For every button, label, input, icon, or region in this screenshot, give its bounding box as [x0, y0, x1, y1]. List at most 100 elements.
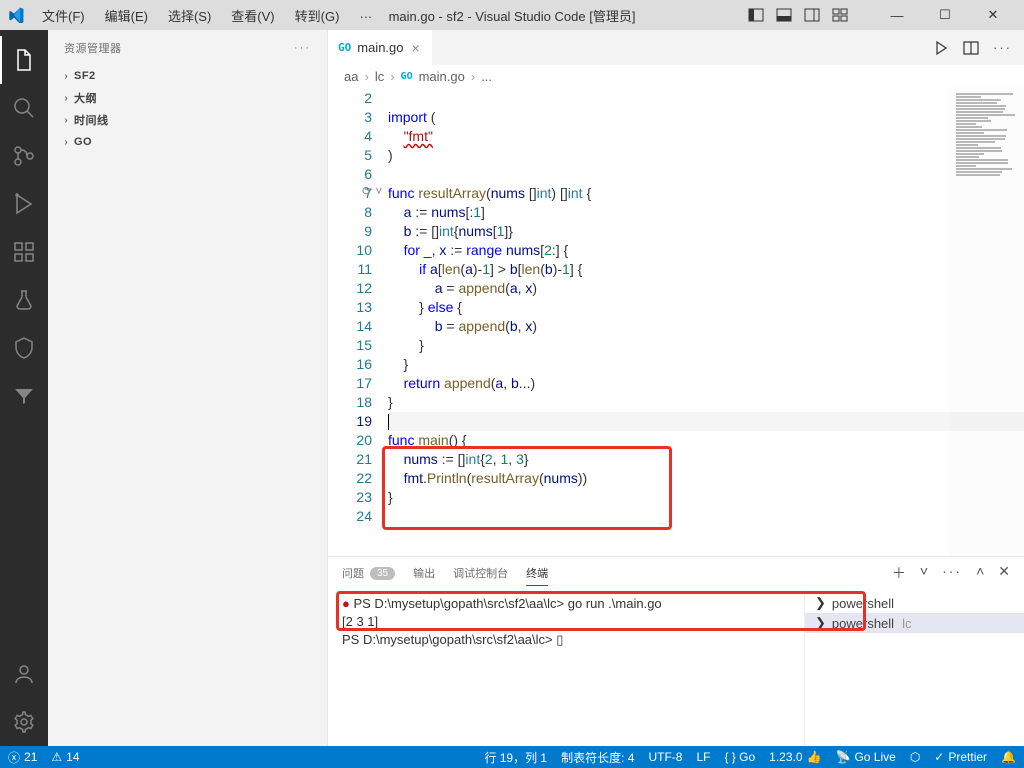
menu-more[interactable]: … — [351, 3, 380, 28]
error-icon: ⓧ — [8, 749, 20, 766]
sidebar-item-label: GO — [74, 136, 92, 148]
panel-tab-label: 输出 — [413, 565, 435, 581]
cube-icon: ⬡ — [910, 750, 920, 764]
breadcrumb-segment[interactable]: lc — [375, 69, 384, 84]
status-go-version[interactable]: 1.23.0👍 — [769, 750, 821, 764]
status-prettier[interactable]: ✓Prettier — [934, 750, 987, 764]
terminal-view[interactable]: ● PS D:\mysetup\gopath\src\sf2\aa\lc> go… — [328, 589, 804, 746]
panel-tab-debug[interactable]: 调试控制台 — [453, 561, 508, 585]
tab-label: main.go — [357, 40, 403, 55]
activity-filter[interactable] — [0, 372, 48, 420]
toggle-primary-sidebar-icon[interactable] — [748, 7, 764, 23]
terminal-session[interactable]: ❯ powershell — [805, 593, 1024, 613]
menu-view[interactable]: 查看(V) — [223, 3, 282, 28]
powershell-icon: ❯ — [815, 595, 826, 611]
panel-tab-output[interactable]: 输出 — [413, 561, 435, 585]
panel-more-icon[interactable]: ··· — [942, 563, 962, 583]
powershell-icon: ❯ — [815, 615, 826, 631]
window-close-button[interactable]: ✕ — [970, 0, 1016, 30]
fold-icon[interactable]: ⟳ ˅ — [362, 184, 382, 198]
status-go-live[interactable]: 📡Go Live — [836, 750, 896, 764]
minimap[interactable] — [950, 87, 1024, 556]
activity-settings[interactable] — [0, 698, 48, 746]
toggle-secondary-sidebar-icon[interactable] — [804, 7, 820, 23]
run-icon[interactable] — [933, 40, 949, 56]
sidebar-item-timeline[interactable]: › 时间线 — [48, 109, 327, 131]
chevron-right-icon: › — [471, 69, 475, 84]
sidebar-item-outline[interactable]: › 大纲 — [48, 87, 327, 109]
activity-debug[interactable] — [0, 180, 48, 228]
toggle-panel-icon[interactable] — [776, 7, 792, 23]
panel-tab-label: 调试控制台 — [453, 565, 508, 581]
go-file-icon: GO — [338, 41, 351, 54]
menu-edit[interactable]: 编辑(E) — [97, 3, 156, 28]
status-errors[interactable]: ⓧ21 — [8, 749, 37, 766]
activity-search[interactable] — [0, 84, 48, 132]
status-language[interactable]: { } Go — [724, 750, 755, 764]
menu-select[interactable]: 选择(S) — [160, 3, 219, 28]
activity-testing[interactable] — [0, 276, 48, 324]
window-maximize-button[interactable]: ☐ — [922, 0, 968, 30]
status-cube[interactable]: ⬡ — [910, 750, 920, 764]
broadcast-icon: 📡 — [836, 750, 851, 764]
go-file-icon: GO — [401, 71, 413, 82]
editor-more-icon[interactable]: ··· — [993, 40, 1012, 55]
code-content[interactable]: ⟳ ˅ import ( "fmt")func resultArray(nums… — [388, 87, 1024, 556]
activitybar — [0, 30, 48, 746]
status-notifications[interactable]: 🔔 — [1001, 750, 1016, 764]
minimap-content — [956, 93, 1018, 176]
sidebar-item-label: 时间线 — [74, 112, 109, 128]
activity-extensions[interactable] — [0, 228, 48, 276]
breadcrumbs[interactable]: aa › lc › GO main.go › ... — [328, 65, 1024, 87]
close-icon[interactable]: × — [410, 40, 422, 56]
bell-icon: 🔔 — [1001, 750, 1016, 764]
panel-tab-terminal[interactable]: 终端 — [526, 561, 548, 586]
breadcrumb-segment[interactable]: main.go — [419, 69, 465, 84]
status-eol[interactable]: LF — [696, 750, 710, 764]
bottom-panel: 问题 35 输出 调试控制台 终端 ＋ ˅ ··· ˄ ✕ ● PS D:\my… — [328, 556, 1024, 746]
editor-tabs: GO main.go × ··· — [328, 30, 1024, 65]
activity-scm[interactable] — [0, 132, 48, 180]
check-icon: ✓ — [934, 750, 944, 764]
status-ln-col[interactable]: 行 19，列 1 — [484, 749, 547, 766]
close-icon[interactable]: ✕ — [998, 563, 1010, 583]
panel-tab-label: 问题 — [342, 565, 364, 581]
activity-account[interactable] — [0, 650, 48, 698]
statusbar: ⓧ21 ⚠14 行 19，列 1 制表符长度: 4 UTF-8 LF { } G… — [0, 746, 1024, 768]
terminal-session[interactable]: ❯ powershell lc — [805, 613, 1024, 633]
customize-layout-icon[interactable] — [832, 7, 848, 23]
warning-icon: ⚠ — [51, 750, 62, 764]
sidebar-item-sf2[interactable]: › SF2 — [48, 65, 327, 87]
new-terminal-icon[interactable]: ＋ — [892, 563, 906, 583]
window-title: main.go - sf2 - Visual Studio Code [管理员] — [389, 6, 636, 25]
code-editor[interactable]: 23456789101112131415161718192021222324 ⟳… — [328, 87, 1024, 556]
status-tabsize[interactable]: 制表符长度: 4 — [561, 749, 634, 766]
breadcrumb-segment[interactable]: aa — [344, 69, 358, 84]
split-editor-icon[interactable] — [963, 40, 979, 56]
menu-file[interactable]: 文件(F) — [34, 3, 93, 28]
sidebar-title: 资源管理器 — [64, 40, 122, 56]
sidebar-more-icon[interactable]: ··· — [294, 42, 311, 54]
terminal-session-label: powershell — [832, 616, 894, 631]
terminal-session-label: powershell — [832, 596, 894, 611]
sidebar-item-go[interactable]: › GO — [48, 131, 327, 153]
panel-tab-problems[interactable]: 问题 35 — [342, 561, 395, 585]
activity-cloud[interactable] — [0, 324, 48, 372]
chevron-right-icon: › — [364, 69, 368, 84]
breadcrumb-segment[interactable]: ... — [481, 69, 492, 84]
line-gutter: 23456789101112131415161718192021222324 — [328, 87, 388, 556]
chevron-up-icon[interactable]: ˄ — [976, 563, 984, 583]
status-encoding[interactable]: UTF-8 — [648, 750, 682, 764]
tab-main-go[interactable]: GO main.go × — [328, 30, 433, 65]
panel-tabs: 问题 35 输出 调试控制台 终端 ＋ ˅ ··· ˄ ✕ — [328, 557, 1024, 589]
terminal-session-extra: lc — [902, 616, 911, 631]
status-warnings[interactable]: ⚠14 — [51, 750, 79, 764]
sidebar-explorer: 资源管理器 ··· › SF2 › 大纲 › 时间线 › GO — [48, 30, 328, 746]
terminal-sessions-list: ❯ powershell ❯ powershell lc — [804, 589, 1024, 746]
problems-count-badge: 35 — [370, 567, 395, 580]
menu-goto[interactable]: 转到(G) — [287, 3, 348, 28]
window-minimize-button[interactable]: — — [874, 0, 920, 30]
terminal-split-dropdown-icon[interactable]: ˅ — [920, 563, 928, 583]
sidebar-header: 资源管理器 ··· — [48, 30, 327, 65]
activity-explorer[interactable] — [0, 36, 48, 84]
